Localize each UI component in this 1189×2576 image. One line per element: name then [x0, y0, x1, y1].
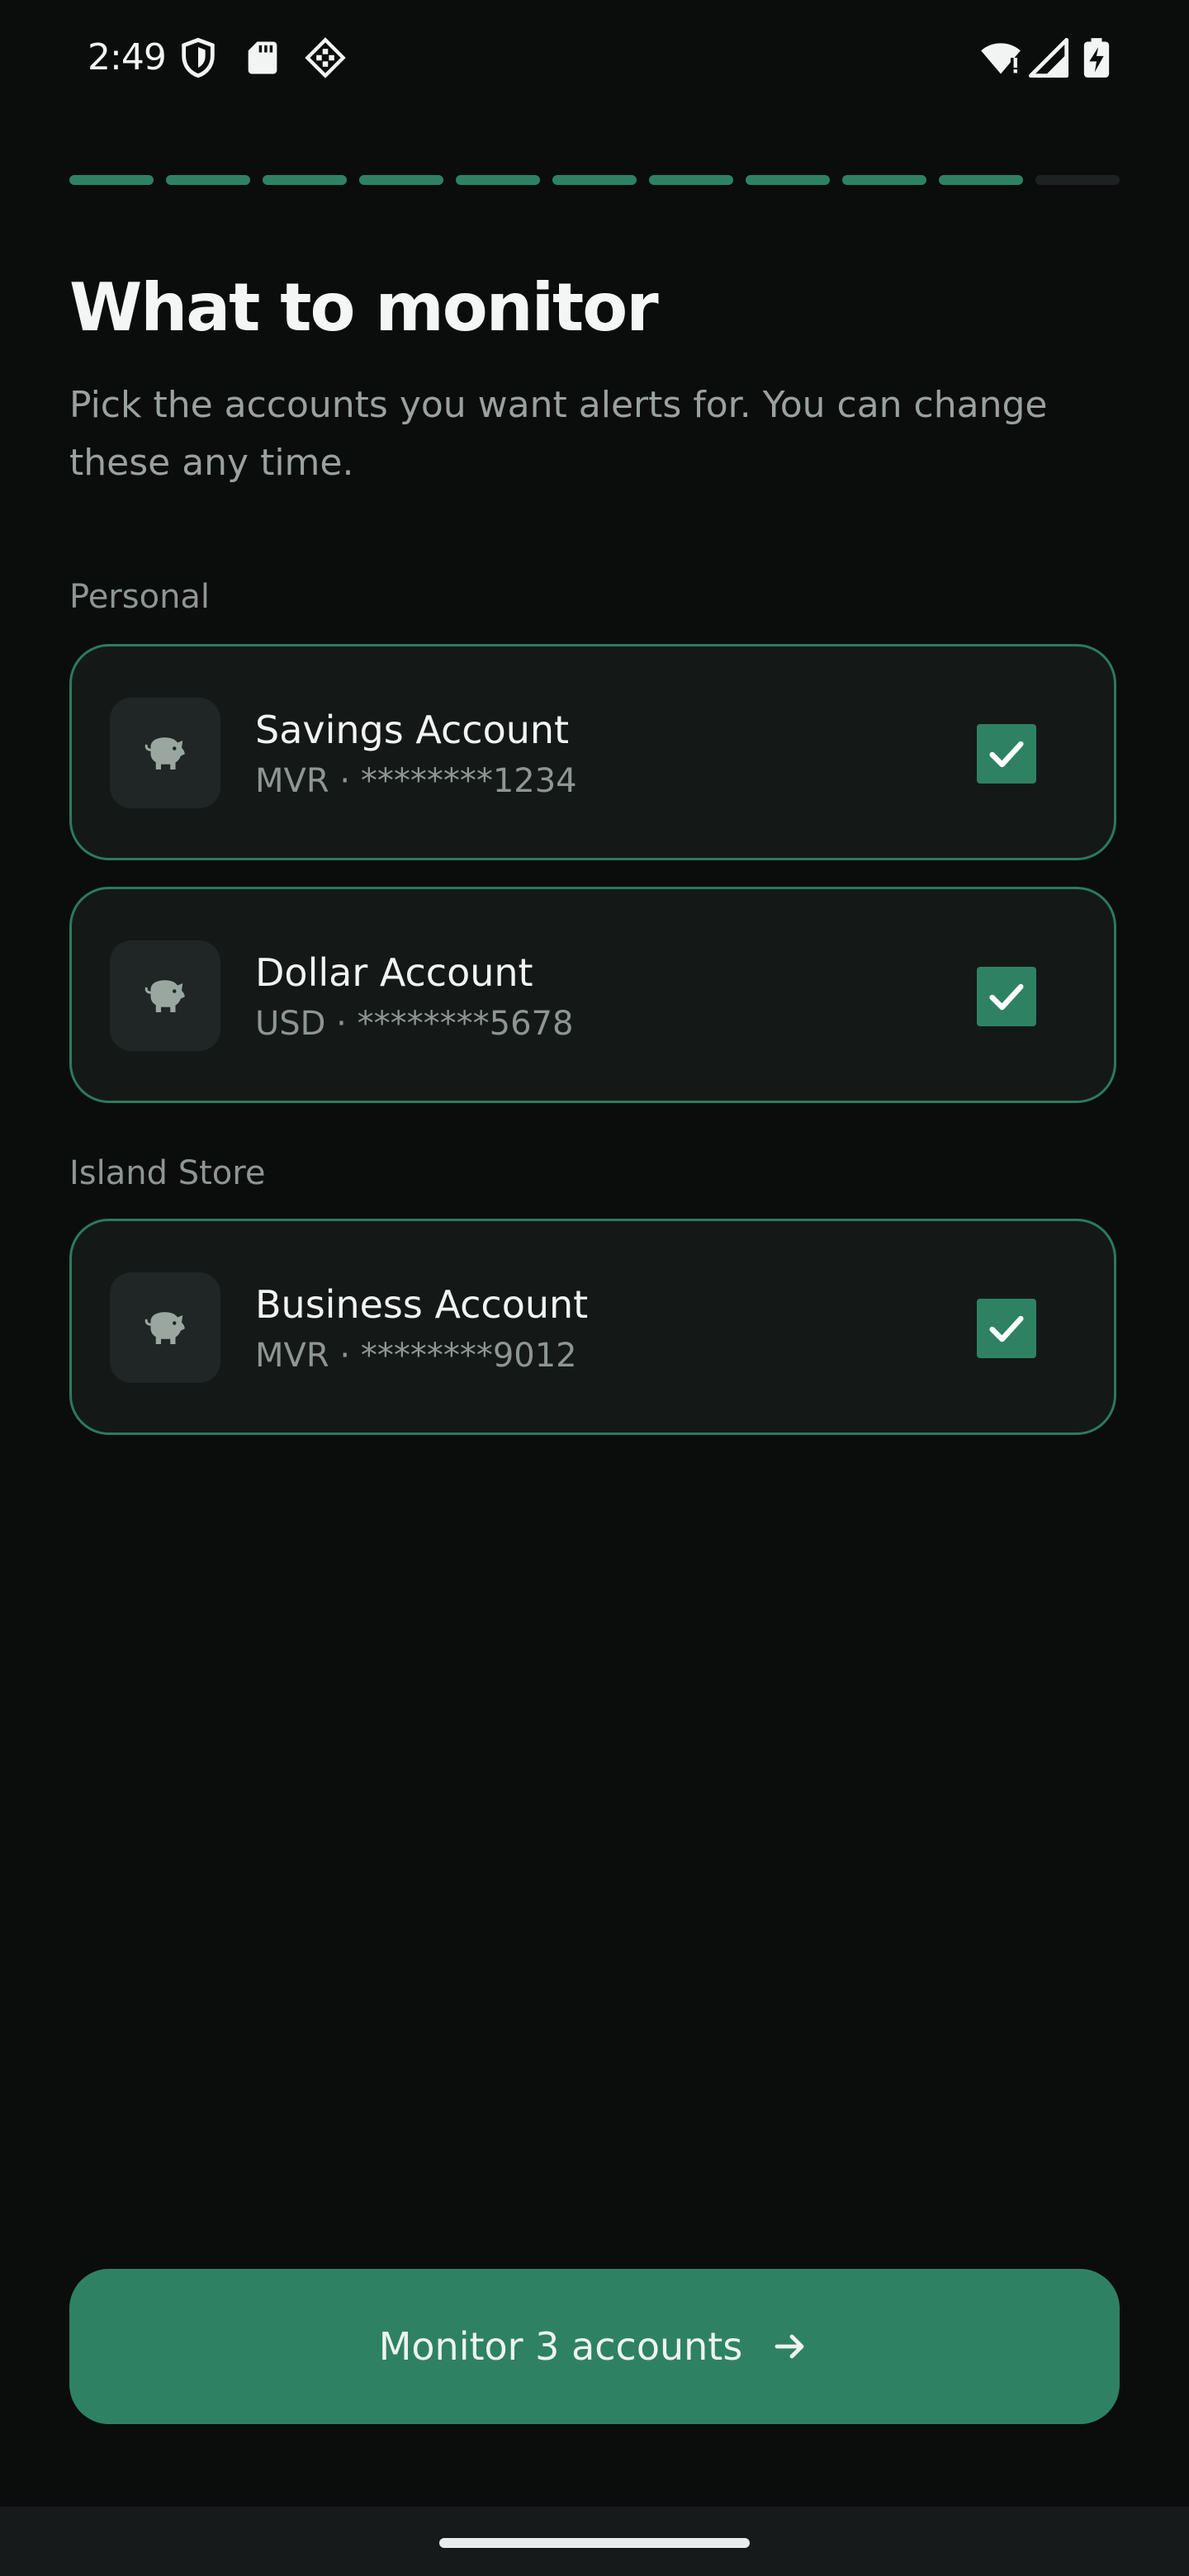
cell-signal-icon	[1028, 37, 1069, 78]
account-card-business[interactable]: Business Account MVR · ********9012	[69, 1219, 1116, 1435]
account-number: USD · ********5678	[255, 1005, 574, 1043]
account-card-dollar[interactable]: Dollar Account USD · ********5678	[69, 887, 1116, 1103]
account-checkbox[interactable]	[977, 724, 1036, 784]
onboarding-progress	[69, 175, 1120, 185]
progress-step	[456, 175, 540, 185]
battery-charging-icon	[1083, 38, 1110, 78]
gesture-nav-bar	[0, 2507, 1189, 2576]
account-number: MVR · ********9012	[255, 1337, 577, 1375]
check-icon	[989, 983, 1024, 1011]
progress-step	[69, 175, 154, 185]
account-number: MVR · ********1234	[255, 762, 577, 800]
progress-step	[842, 175, 926, 185]
cta-label: Monitor 3 accounts	[378, 2324, 743, 2369]
account-name: Savings Account	[255, 708, 570, 752]
progress-step-remaining	[1035, 175, 1120, 185]
status-bar: 2:49	[0, 0, 1189, 116]
account-name: Dollar Account	[255, 950, 533, 995]
progress-step	[939, 175, 1023, 185]
home-indicator[interactable]	[439, 2538, 750, 2548]
section-label-personal: Personal	[69, 578, 211, 616]
account-icon-tile	[110, 698, 220, 808]
shield-icon	[182, 37, 215, 78]
piggy-bank-icon	[144, 1312, 185, 1344]
check-icon	[989, 1315, 1024, 1342]
account-icon-tile	[110, 1272, 220, 1383]
sd-card-icon	[248, 41, 277, 74]
progress-step	[552, 175, 637, 185]
section-label-island-store: Island Store	[69, 1154, 266, 1192]
wifi-icon	[981, 43, 1021, 74]
account-icon-tile	[110, 940, 220, 1051]
page-title: What to monitor	[69, 269, 659, 346]
piggy-bank-icon	[144, 737, 185, 769]
account-checkbox[interactable]	[977, 967, 1036, 1026]
progress-step	[649, 175, 733, 185]
progress-step	[359, 175, 443, 185]
progress-step	[166, 175, 250, 185]
arrow-right-icon	[775, 2334, 804, 2359]
progress-step	[746, 175, 830, 185]
check-icon	[989, 741, 1024, 768]
game-controller-icon	[305, 37, 346, 78]
progress-step	[263, 175, 347, 185]
status-time: 2:49	[88, 36, 167, 78]
piggy-bank-icon	[144, 980, 185, 1012]
cta-content: Monitor 3 accounts	[69, 2269, 1120, 2424]
monitor-accounts-button[interactable]: Monitor 3 accounts	[69, 2269, 1120, 2424]
page-subtitle: Pick the accounts you want alerts for. Y…	[69, 384, 1048, 484]
account-checkbox[interactable]	[977, 1299, 1036, 1358]
account-card-savings[interactable]: Savings Account MVR · ********1234	[69, 644, 1116, 860]
account-name: Business Account	[255, 1282, 589, 1327]
